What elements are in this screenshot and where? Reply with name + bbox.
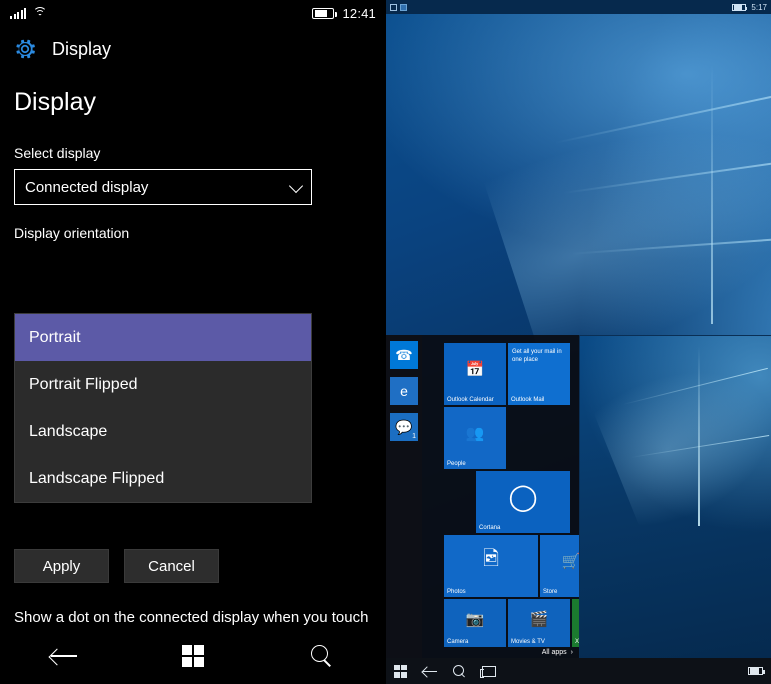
select-display-label: Select display bbox=[14, 145, 101, 161]
monitor-clock: 5:17 bbox=[751, 2, 767, 12]
chevron-down-icon bbox=[288, 178, 304, 194]
wifi-icon bbox=[33, 6, 47, 19]
cancel-button[interactable]: Cancel bbox=[124, 549, 219, 583]
battery-icon bbox=[312, 7, 337, 19]
tile-cortana[interactable]: ◯ Cortana bbox=[476, 471, 570, 533]
monitor-status-right: 5:17 bbox=[732, 3, 767, 12]
monitor-status-left bbox=[390, 3, 407, 11]
status-left-group bbox=[10, 6, 47, 19]
phone-status-bar: 12:41 bbox=[0, 0, 386, 26]
store-bag-icon: 🛒 bbox=[561, 553, 579, 571]
tile-photos[interactable]: 🖻 Photos bbox=[444, 535, 538, 597]
taskbar-tray bbox=[748, 667, 765, 675]
battery-icon[interactable] bbox=[748, 667, 765, 675]
tile-outlook-mail[interactable]: Get all your mail in one place Outlook M… bbox=[508, 343, 570, 405]
start-menu-rail: ☎ e 💬 1 bbox=[386, 335, 422, 658]
tile-label: People bbox=[447, 461, 466, 467]
screenshot-root: 12:41 Display Display Select display Con… bbox=[0, 0, 771, 684]
tile-label: Cortana bbox=[479, 525, 501, 531]
app-header-title: Display bbox=[52, 38, 112, 59]
photos-icon: 🖻 bbox=[482, 548, 500, 571]
display-icon bbox=[400, 3, 407, 11]
windows-start-icon bbox=[181, 645, 204, 667]
search-icon[interactable] bbox=[453, 664, 466, 678]
back-arrow-icon bbox=[51, 648, 78, 664]
nav-search-button[interactable] bbox=[287, 636, 357, 676]
settings-page-body: Display Select display Connected display… bbox=[0, 72, 386, 684]
tile-outlook-calendar[interactable]: 📅 Outlook Calendar bbox=[444, 343, 506, 405]
desktop-taskbar bbox=[386, 658, 771, 684]
status-right-group: 12:41 bbox=[312, 6, 376, 21]
people-icon: 👥 bbox=[465, 425, 485, 443]
dropdown-option-landscape-flipped[interactable]: Landscape Flipped bbox=[15, 455, 311, 502]
tile-people[interactable]: 👥 People bbox=[444, 407, 506, 469]
edge-icon[interactable]: e bbox=[390, 377, 418, 405]
page-title: Display bbox=[14, 88, 96, 116]
select-display-combobox[interactable]: Connected display bbox=[14, 169, 312, 205]
battery-icon bbox=[732, 3, 748, 11]
task-view-icon[interactable] bbox=[480, 665, 496, 678]
tile-movies-tv[interactable]: 🎬 Movies & TV bbox=[508, 599, 570, 647]
dropdown-option-portrait[interactable]: Portrait bbox=[15, 314, 311, 361]
messaging-icon[interactable]: 💬 1 bbox=[390, 413, 418, 441]
action-button-row: Apply Cancel bbox=[14, 549, 219, 583]
start-menu[interactable]: ☎ e 💬 1 📅 Outlook Calendar Get all your m… bbox=[386, 335, 579, 658]
secondary-display-region bbox=[579, 328, 771, 658]
connected-display-pane: 5:17 ☎ e 💬 1 📅 Outlook Calendar Get all … bbox=[386, 0, 771, 684]
tile-label: Photos bbox=[447, 589, 466, 595]
nav-back-button[interactable] bbox=[29, 636, 99, 676]
tile-camera[interactable]: 📷 Camera bbox=[444, 599, 506, 647]
phone-navbar bbox=[0, 628, 386, 684]
tile-promo-text: Get all your mail in one place bbox=[512, 349, 562, 363]
messaging-badge: 1 bbox=[412, 433, 416, 440]
tile-label: Xbox bbox=[575, 639, 579, 645]
phone-icon[interactable]: ☎ bbox=[390, 341, 418, 369]
signal-bars-icon bbox=[10, 7, 26, 19]
apply-button[interactable]: Apply bbox=[14, 549, 109, 583]
tile-label: Outlook Calendar bbox=[447, 397, 494, 403]
windows-start-icon[interactable] bbox=[394, 664, 407, 678]
orientation-dropdown-list[interactable]: Portrait Portrait Flipped Landscape Land… bbox=[14, 313, 312, 503]
tile-label: Outlook Mail bbox=[511, 397, 545, 403]
secondary-glow bbox=[586, 328, 771, 544]
monitor-status-bar: 5:17 bbox=[386, 0, 771, 14]
dropdown-option-landscape[interactable]: Landscape bbox=[15, 408, 311, 455]
select-display-value: Connected display bbox=[25, 178, 149, 196]
phone-pane: 12:41 Display Display Select display Con… bbox=[0, 0, 386, 684]
calendar-icon: 📅 bbox=[465, 361, 485, 379]
tile-label: Store bbox=[543, 589, 558, 595]
screenshot-icon bbox=[390, 3, 397, 11]
film-icon: 🎬 bbox=[529, 611, 549, 629]
camera-icon: 📷 bbox=[465, 611, 485, 629]
chevron-right-icon: › bbox=[570, 649, 573, 656]
search-icon bbox=[310, 645, 333, 667]
windows-wallpaper-flag bbox=[531, 54, 771, 354]
tile-store[interactable]: 🛒 Store bbox=[540, 535, 579, 597]
display-orientation-label: Display orientation bbox=[14, 225, 130, 241]
dropdown-option-portrait-flipped[interactable]: Portrait Flipped bbox=[15, 361, 311, 408]
tile-xbox[interactable]: 🎮 Xbox bbox=[572, 599, 579, 647]
all-apps-button[interactable]: All apps › bbox=[542, 649, 573, 656]
all-apps-label: All apps bbox=[541, 649, 567, 656]
tile-label: Camera bbox=[447, 639, 469, 645]
settings-gear-icon bbox=[16, 39, 35, 59]
back-arrow-icon[interactable] bbox=[423, 666, 437, 676]
tile-label: Movies & TV bbox=[511, 639, 545, 645]
nav-start-button[interactable] bbox=[158, 636, 228, 676]
app-header: Display bbox=[0, 26, 386, 72]
cortana-ring-icon: ◯ bbox=[508, 481, 538, 512]
status-clock: 12:41 bbox=[342, 5, 376, 21]
